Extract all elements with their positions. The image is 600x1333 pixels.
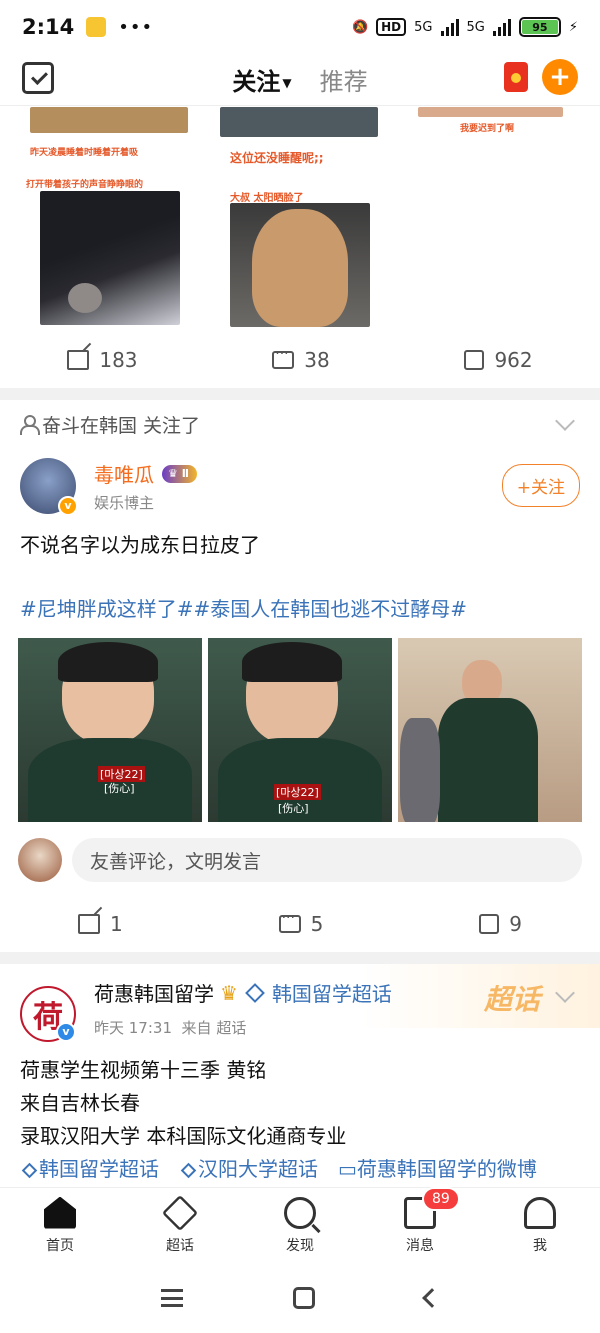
followed-by-row: 奋斗在韩国 关注了 (0, 400, 600, 448)
chevron-down-icon[interactable] (555, 411, 575, 431)
person-icon (20, 415, 40, 435)
post-author: 超话 荷v 荷惠韩国留学 ♛ 韩国留学超话 昨天 17:31 来自 超话 (0, 964, 600, 1054)
post-author: v 毒唯瓜 ♛ Ⅱ 娱乐博主 +关注 (0, 448, 600, 516)
photo[interactable]: [마상22] [伤心] (208, 638, 392, 822)
more-notifications-icon: ••• (118, 16, 154, 38)
unread-badge: 89 (422, 1186, 460, 1211)
image-tile[interactable] (220, 107, 378, 137)
verified-icon: v (56, 1022, 76, 1042)
clock: 2:14 (22, 15, 75, 39)
status-bar: 2:14 ••• 🔕 HD 5G 5G 95 ⚡ (0, 0, 600, 54)
comment-input[interactable]: 友善评论，文明发言 (72, 838, 582, 882)
feed[interactable]: 我要迟到了啊 昨天凌晨睡着时睡着开着吸 打开带着孩子的声音睁睁眼的 这位还没睡醒… (0, 107, 600, 1187)
comment-icon (272, 346, 295, 369)
photo[interactable] (398, 638, 582, 822)
comment-icon (278, 910, 301, 933)
bottom-nav: 首页 超话 发现 消息 89 我 (0, 1186, 600, 1263)
divider (0, 952, 600, 964)
network-label: 5G (414, 19, 433, 35)
post-time: 昨天 17:31 来自 超话 (94, 1019, 247, 1037)
post-hashtags[interactable]: #尼坤胖成这样了##泰国人在韩国也逃不过酵母# (20, 592, 580, 626)
image-caption: 我要迟到了啊 (460, 124, 515, 134)
mute-icon: 🔕 (351, 19, 369, 35)
diamond-icon (245, 982, 265, 1003)
nav-messages[interactable]: 消息 89 (380, 1186, 460, 1255)
share-icon (77, 914, 100, 934)
tag-link[interactable]: 汉阳大学超话 (179, 1153, 318, 1182)
signal-icon-2 (492, 18, 511, 36)
compose-button[interactable]: + (542, 59, 578, 95)
image-caption: 这位还没睡醒呢;; (230, 151, 324, 165)
author-name[interactable]: 荷惠韩国留学 (94, 978, 214, 1007)
verified-icon: v (58, 496, 78, 516)
nav-chaohua[interactable]: 超话 (140, 1194, 220, 1255)
share-button[interactable]: 1 (77, 912, 123, 936)
checkin-icon[interactable] (22, 62, 54, 94)
hd-icon: HD (376, 18, 407, 36)
image-caption: 昨天凌晨睡着时睡着开着吸 (30, 148, 139, 158)
red-packet-icon[interactable] (504, 62, 528, 92)
chevron-down-icon: ▼ (282, 76, 292, 90)
share-icon (67, 350, 90, 370)
system-nav (0, 1263, 600, 1333)
nav-home[interactable]: 首页 (20, 1196, 100, 1255)
tag-link[interactable]: ▭荷惠韩国留学的微博 (338, 1153, 537, 1182)
post1-actions: 183 38 962 (0, 332, 600, 388)
tag-link[interactable]: 韩国留学超话 (20, 1153, 159, 1182)
nav-me[interactable]: 我 (500, 1196, 580, 1255)
battery-icon: 95 (518, 17, 561, 37)
tab-following[interactable]: 关注 ▼ (232, 62, 292, 101)
divider (0, 388, 600, 400)
chaohua-icon (161, 1194, 199, 1231)
charging-icon: ⚡ (568, 19, 578, 35)
post2-actions: 1 5 9 (0, 896, 600, 952)
topic-link[interactable]: 韩国留学超话 (272, 978, 392, 1007)
home-button-icon[interactable] (293, 1287, 315, 1309)
avatar[interactable]: v (20, 458, 78, 516)
post-text: 不说名字以为成东日拉皮了 #尼坤胖成这样了##泰国人在韩国也逃不过酵母# (0, 516, 600, 626)
post-tags: 韩国留学超话 汉阳大学超话 ▭荷惠韩国留学的微博 (0, 1153, 600, 1182)
post-images-top: 我要迟到了啊 昨天凌晨睡着时睡着开着吸 打开带着孩子的声音睁睁眼的 这位还没睡醒… (0, 107, 600, 332)
profile-icon (524, 1196, 556, 1229)
share-button[interactable]: 183 (67, 348, 138, 372)
back-icon[interactable] (422, 1288, 442, 1308)
post-text: 荷惠学生视频第十三季 黄铭 来自吉林长春 录取汉阳大学 本科国际文化通商专业 (20, 1058, 347, 1148)
comment-button[interactable]: 5 (278, 910, 323, 936)
recent-apps-icon[interactable] (161, 1289, 183, 1307)
image-tile[interactable] (418, 107, 563, 117)
nav-discover[interactable]: 发现 (260, 1196, 340, 1255)
discover-icon (284, 1196, 316, 1229)
tab-recommend[interactable]: 推荐 (320, 62, 368, 97)
image-tile[interactable] (30, 107, 188, 133)
crown-level-icon: ♛ Ⅱ (162, 464, 197, 483)
thumbs-up-icon (464, 350, 485, 370)
follow-button[interactable]: +关注 (501, 464, 580, 507)
video-icon: ▭ (338, 1157, 357, 1181)
comment-button[interactable]: 38 (272, 346, 330, 372)
photo[interactable]: [마상22] [伤心] (18, 638, 202, 822)
author-subtitle: 娱乐博主 (94, 494, 155, 512)
top-nav: 关注 ▼ 推荐 + (0, 54, 600, 106)
like-button[interactable]: 962 (464, 348, 533, 372)
like-button[interactable]: 9 (479, 912, 522, 936)
notification-app-icon (86, 17, 107, 37)
author-name[interactable]: 毒唯瓜 (94, 459, 154, 488)
image-caption: 大叔 太阳晒脸了 (230, 193, 304, 204)
avatar[interactable] (18, 838, 62, 882)
thumbs-up-icon (479, 914, 500, 934)
image-caption: 打开带着孩子的声音睁睁眼的 (26, 180, 144, 190)
comment-row: 友善评论，文明发言 (0, 822, 600, 882)
signal-icon (440, 18, 459, 36)
home-icon (44, 1196, 76, 1229)
photo-grid: [마상22] [伤心] [마상22] [伤心] (0, 626, 600, 822)
poodle-photo[interactable] (230, 203, 370, 327)
dog-photo[interactable] (40, 191, 180, 325)
network-label-2: 5G (466, 19, 485, 35)
avatar[interactable]: 荷v (20, 986, 76, 1042)
crown-icon: ♛ (220, 980, 238, 1005)
